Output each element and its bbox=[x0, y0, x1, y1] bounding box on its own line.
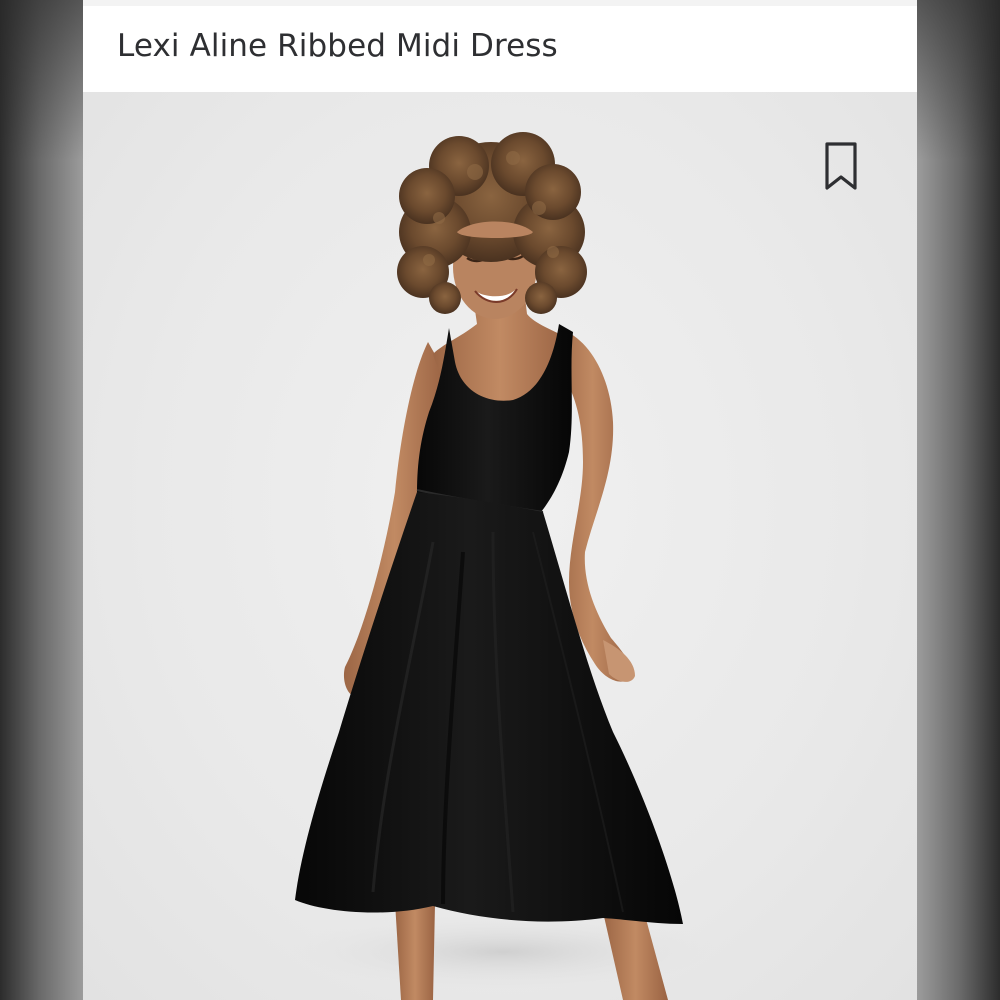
bookmark-icon bbox=[825, 142, 857, 190]
product-header: Lexi Aline Ribbed Midi Dress bbox=[83, 0, 917, 92]
product-photo bbox=[273, 132, 733, 1000]
product-image-gallery[interactable] bbox=[83, 92, 917, 1000]
save-to-list-button[interactable] bbox=[819, 140, 863, 194]
product-page: Lexi Aline Ribbed Midi Dress bbox=[83, 0, 917, 1000]
product-title: Lexi Aline Ribbed Midi Dress bbox=[117, 28, 558, 64]
screenshot-stage: Lexi Aline Ribbed Midi Dress bbox=[0, 0, 1000, 1000]
